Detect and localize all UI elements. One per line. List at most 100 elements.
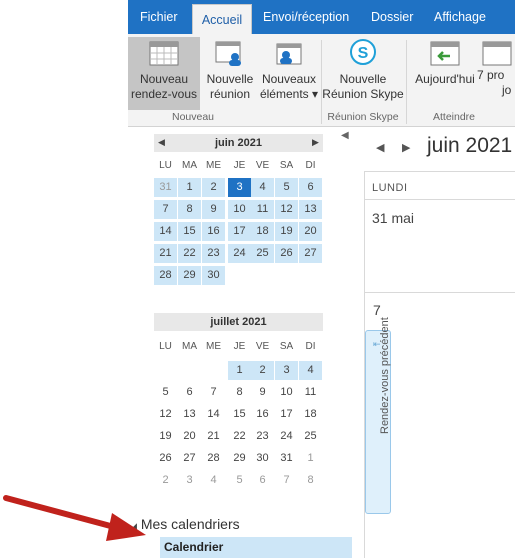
mini-calendar-day[interactable]: 17 [228, 222, 251, 241]
tab-accueil[interactable]: Accueil [192, 4, 252, 34]
mini-calendar-day[interactable]: 7 [275, 471, 298, 490]
mini-calendar-day[interactable]: 6 [178, 383, 201, 402]
mini-calendar-day[interactable]: 20 [178, 427, 201, 446]
mini-calendar-day[interactable]: 7 [202, 383, 225, 402]
mini-calendar-day[interactable]: 15 [228, 405, 251, 424]
mini-calendar-day[interactable]: 25 [299, 427, 322, 446]
mini-calendar-day[interactable]: 19 [154, 427, 177, 446]
new-meeting-label-1: Nouvelle [206, 72, 254, 86]
mini-calendar-day[interactable]: 20 [299, 222, 322, 241]
next-month-arrow[interactable]: ▶ [312, 137, 319, 148]
mini-calendar-title-june: juin 2021 [214, 137, 263, 149]
mini-calendar-day[interactable]: 4 [299, 361, 322, 380]
mini-calendar-day[interactable]: 25 [251, 244, 274, 263]
mini-calendar-day[interactable]: 8 [299, 471, 322, 490]
mini-calendar-day[interactable]: 23 [251, 427, 274, 446]
mini-calendar-day[interactable]: 18 [299, 405, 322, 424]
mini-calendar-day[interactable]: 7 [154, 200, 177, 219]
mini-calendar-day[interactable]: 9 [251, 383, 274, 402]
mini-calendar-day[interactable]: 8 [178, 200, 201, 219]
mini-calendar-day[interactable]: 6 [299, 178, 322, 197]
red-pointer-arrow-icon [3, 495, 146, 541]
mini-calendar-day[interactable]: 27 [299, 244, 322, 263]
mini-calendar-day[interactable]: 1 [299, 449, 322, 468]
new-appointment-button[interactable]: Nouveau rendez-vous [128, 37, 200, 110]
tab-fichier[interactable]: Fichier [140, 0, 178, 34]
mini-calendar-day[interactable]: 3 [275, 361, 298, 380]
mini-calendar-day[interactable]: 1 [178, 178, 201, 197]
mini-calendar-day[interactable]: 13 [299, 200, 322, 219]
mini-calendar-day[interactable]: 12 [275, 200, 298, 219]
mini-calendar-day[interactable]: 30 [202, 266, 225, 285]
mini-calendar-day[interactable]: 22 [228, 427, 251, 446]
mini-calendar-day[interactable]: 3 [228, 178, 251, 197]
mini-calendar-day[interactable]: 21 [202, 427, 225, 446]
mini-calendar-day[interactable]: 10 [275, 383, 298, 402]
prev-period-arrow[interactable]: ◀ [376, 141, 384, 154]
mini-calendar-day[interactable]: 4 [202, 471, 225, 490]
mini-calendar-day[interactable]: 11 [251, 200, 274, 219]
new-items-button[interactable]: Nouveaux éléments ▾ [258, 37, 320, 110]
mini-calendar-day[interactable]: 2 [202, 178, 225, 197]
mini-calendar-day[interactable]: 17 [275, 405, 298, 424]
ribbon-tab-bar: Fichier Accueil Envoi/réception Dossier … [128, 0, 515, 34]
mini-calendar-day[interactable]: 21 [154, 244, 177, 263]
mini-calendar-day[interactable]: 29 [178, 266, 201, 285]
day-column-header: LUNDI [372, 182, 408, 194]
collapse-pane-arrow[interactable]: ◀ [341, 130, 349, 141]
new-skype-meeting-label-1: Nouvelle [339, 72, 387, 86]
new-items-label-1: Nouveaux [261, 72, 317, 86]
mini-calendar-day[interactable]: 2 [251, 361, 274, 380]
mini-calendar-day[interactable]: 29 [228, 449, 251, 468]
mini-calendar-day[interactable]: 24 [228, 244, 251, 263]
new-meeting-label-2: réunion [209, 87, 251, 101]
mini-calendar-day[interactable]: 5 [228, 471, 251, 490]
mini-calendar-day[interactable]: 4 [251, 178, 274, 197]
mini-calendar-day[interactable]: 14 [202, 405, 225, 424]
next-7-days-button[interactable]: 7 pro jo [476, 37, 515, 110]
mini-calendar-day[interactable]: 28 [202, 449, 225, 468]
mini-calendar-day[interactable]: 18 [251, 222, 274, 241]
tab-dossier[interactable]: Dossier [371, 0, 413, 34]
next-period-arrow[interactable]: ▶ [402, 141, 410, 154]
today-button[interactable]: Aujourd'hui [414, 37, 476, 110]
svg-text:S: S [358, 45, 369, 62]
mini-calendar-day[interactable]: 5 [154, 383, 177, 402]
mini-calendar-day[interactable]: 24 [275, 427, 298, 446]
mini-calendar-day[interactable]: 28 [154, 266, 177, 285]
mini-calendar-day[interactable]: 16 [202, 222, 225, 241]
mini-calendar-day[interactable]: 6 [251, 471, 274, 490]
next-days-icon [482, 41, 512, 66]
mini-calendar-day[interactable]: 31 [275, 449, 298, 468]
weekday-header: LU [159, 160, 172, 171]
previous-appointment-button[interactable]: ⇤ Rendez-vous précédent [365, 317, 391, 514]
group-label-atteindre: Atteindre [432, 111, 476, 123]
calendar-folder-item[interactable]: Calendrier [160, 537, 352, 558]
mini-calendar-day[interactable]: 12 [154, 405, 177, 424]
mini-calendar-day[interactable]: 8 [228, 383, 251, 402]
mini-calendar-day[interactable]: 27 [178, 449, 201, 468]
mini-calendar-day[interactable]: 3 [178, 471, 201, 490]
mini-calendar-day[interactable]: 23 [202, 244, 225, 263]
mini-calendar-day[interactable]: 15 [178, 222, 201, 241]
mini-calendar-day[interactable]: 19 [275, 222, 298, 241]
weekday-header: MA [182, 341, 197, 352]
new-meeting-button[interactable]: Nouvelle réunion [201, 37, 259, 110]
mini-calendar-day[interactable]: 22 [178, 244, 201, 263]
mini-calendar-day[interactable]: 16 [251, 405, 274, 424]
mini-calendar-day[interactable]: 5 [275, 178, 298, 197]
mini-calendar-day[interactable]: 9 [202, 200, 225, 219]
mini-calendar-day[interactable]: 31 [154, 178, 177, 197]
mini-calendar-day[interactable]: 13 [178, 405, 201, 424]
mini-calendar-day[interactable]: 26 [154, 449, 177, 468]
new-skype-meeting-button[interactable]: S Nouvelle Réunion Skype [322, 37, 404, 110]
mini-calendar-day[interactable]: 26 [275, 244, 298, 263]
mini-calendar-day[interactable]: 11 [299, 383, 322, 402]
mini-calendar-day[interactable]: 14 [154, 222, 177, 241]
mini-calendar-day[interactable]: 30 [251, 449, 274, 468]
tab-affichage[interactable]: Affichage [434, 0, 486, 34]
mini-calendar-day[interactable]: 1 [228, 361, 251, 380]
mini-calendar-day[interactable]: 10 [228, 200, 251, 219]
tab-envoi-reception[interactable]: Envoi/réception [263, 0, 349, 34]
weekday-header: ME [206, 341, 221, 352]
